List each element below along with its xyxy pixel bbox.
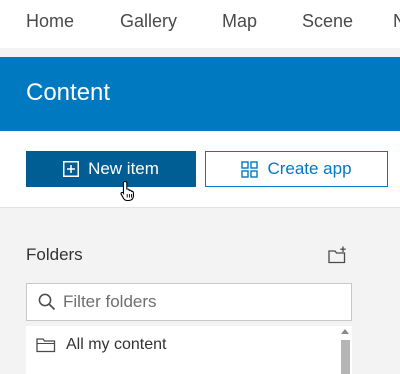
folder-icon (36, 337, 56, 353)
grid-apps-icon (241, 160, 259, 178)
filter-folders-field[interactable] (26, 283, 352, 321)
plus-square-icon (63, 161, 80, 177)
folder-list: All my content (26, 326, 352, 374)
folder-item-all-my-content[interactable]: All my content (36, 336, 166, 354)
folder-list-scrollbar[interactable] (338, 326, 352, 374)
filter-folders-input[interactable] (63, 292, 323, 312)
folder-item-label: All my content (66, 336, 167, 353)
new-item-button[interactable]: New item (26, 151, 196, 187)
folders-heading: Folders (26, 245, 83, 264)
search-icon (38, 293, 56, 311)
create-app-button[interactable]: Create app (205, 151, 388, 187)
content-banner: Content (0, 57, 400, 131)
nav-home-link[interactable]: Home (26, 11, 74, 32)
hand-pointer-icon (120, 180, 138, 207)
top-navigation: Home Gallery Map Scene N (0, 0, 400, 48)
nav-gallery-link[interactable]: Gallery (120, 11, 177, 32)
nav-scene-link[interactable]: Scene (302, 11, 353, 32)
create-app-label: Create app (267, 159, 352, 178)
add-folder-icon[interactable] (328, 246, 348, 269)
new-item-label: New item (88, 159, 159, 178)
page-title: Content (26, 79, 111, 106)
nav-map-link[interactable]: Map (222, 11, 257, 32)
nav-next-link[interactable]: N (393, 11, 400, 32)
scroll-up-arrow-icon[interactable] (341, 329, 349, 334)
action-bar: New item Create app (0, 131, 400, 208)
scrollbar-thumb[interactable] (341, 340, 350, 374)
